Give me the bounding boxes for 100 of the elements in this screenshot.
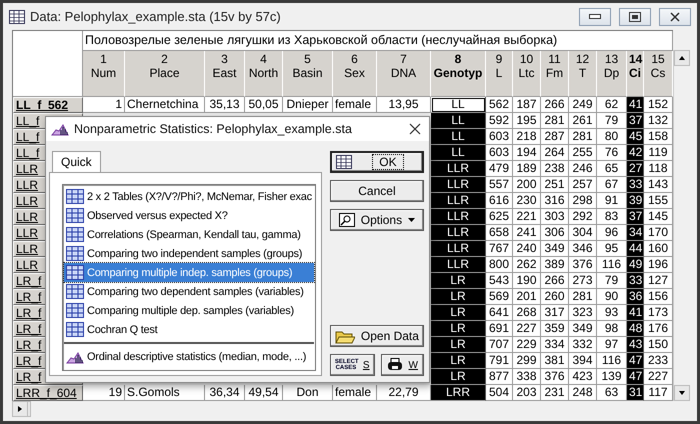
table-cell: 767 bbox=[486, 241, 513, 257]
table-cell: 47 bbox=[627, 353, 644, 369]
table-cell: 303 bbox=[541, 209, 569, 225]
table-cell: 170 bbox=[644, 225, 673, 241]
table-cell: 139 bbox=[597, 369, 627, 385]
table-cell: 155 bbox=[644, 193, 673, 209]
table-cell: 41 bbox=[627, 305, 644, 321]
table-cell: 176 bbox=[644, 321, 673, 337]
table-cell: 189 bbox=[513, 161, 541, 177]
table-cell: LLR bbox=[431, 161, 486, 177]
table-cell: 287 bbox=[541, 129, 569, 145]
table-cell: 264 bbox=[541, 145, 569, 161]
table-cell: 268 bbox=[513, 305, 541, 321]
table-cell: 79 bbox=[597, 273, 627, 289]
table-cell: 230 bbox=[513, 193, 541, 209]
table-cell: LL bbox=[431, 145, 486, 161]
table-cell: 227 bbox=[513, 321, 541, 337]
table-cell: 389 bbox=[541, 257, 569, 273]
table-cell: 152 bbox=[644, 97, 673, 113]
table-cell: 119 bbox=[644, 145, 673, 161]
table-cell: 93 bbox=[597, 305, 627, 321]
table-cell: 35,13 bbox=[205, 97, 245, 113]
table-cell: LR bbox=[431, 353, 486, 369]
table-cell: 281 bbox=[569, 289, 597, 305]
table-cell: 62 bbox=[597, 97, 627, 113]
table-cell: 569 bbox=[486, 289, 513, 305]
table-cell: LR bbox=[431, 273, 486, 289]
table-cell: 97 bbox=[597, 337, 627, 353]
table-cell: 543 bbox=[486, 273, 513, 289]
table-cell: 79 bbox=[597, 113, 627, 129]
table-cell: 22,79 bbox=[377, 385, 431, 401]
table-cell: LRR bbox=[431, 385, 486, 401]
table-cell: 95 bbox=[597, 241, 627, 257]
table-cell: 349 bbox=[569, 321, 597, 337]
table-cell: 281 bbox=[569, 129, 597, 145]
table-cell: 233 bbox=[644, 353, 673, 369]
table-cell: 173 bbox=[644, 305, 673, 321]
table-cell: 91 bbox=[597, 193, 627, 209]
table-cell: 187 bbox=[513, 97, 541, 113]
table-cell: Chernetchina bbox=[125, 97, 205, 113]
table-cell: 877 bbox=[486, 369, 513, 385]
table-cell: 241 bbox=[513, 225, 541, 241]
table-cell: 251 bbox=[541, 177, 569, 193]
table-cell: 227 bbox=[644, 369, 673, 385]
table-cell: 43 bbox=[627, 337, 644, 353]
table-cell: 691 bbox=[486, 321, 513, 337]
table-cell: 562 bbox=[486, 97, 513, 113]
table-cell: 83 bbox=[597, 209, 627, 225]
table-cell: LR bbox=[431, 337, 486, 353]
table-cell: 423 bbox=[569, 369, 597, 385]
table-cell: LLR bbox=[431, 177, 486, 193]
table-cell: 19 bbox=[83, 385, 125, 401]
table-cell: 266 bbox=[541, 97, 569, 113]
table-cell: LR bbox=[431, 305, 486, 321]
table-cell: 33 bbox=[627, 273, 644, 289]
table-cell: 47 bbox=[627, 369, 644, 385]
table-cell: 90 bbox=[597, 289, 627, 305]
table-cell: 306 bbox=[541, 225, 569, 241]
table-cell: LL bbox=[431, 97, 486, 113]
table-cell: 504 bbox=[486, 385, 513, 401]
table-cell: 160 bbox=[644, 241, 673, 257]
table-cell: 255 bbox=[569, 145, 597, 161]
table-cell: 246 bbox=[569, 161, 597, 177]
table-cell: 257 bbox=[569, 177, 597, 193]
table-cell: LR bbox=[431, 289, 486, 305]
table-cell: 194 bbox=[513, 145, 541, 161]
table-cell: 49,54 bbox=[245, 385, 283, 401]
table-cell: 39 bbox=[627, 193, 644, 209]
table-cell: LL bbox=[431, 113, 486, 129]
table-cell: 42 bbox=[627, 145, 644, 161]
table-cell: 76 bbox=[597, 145, 627, 161]
table-cell: 34 bbox=[627, 225, 644, 241]
table-cell: 261 bbox=[569, 113, 597, 129]
table-cell: 96 bbox=[597, 225, 627, 241]
table-cell: 150 bbox=[644, 337, 673, 353]
table-cell: 27 bbox=[627, 161, 644, 177]
table-cell: 200 bbox=[513, 177, 541, 193]
table-cell: 221 bbox=[513, 209, 541, 225]
table-cell: 346 bbox=[569, 241, 597, 257]
table-cell: 145 bbox=[644, 209, 673, 225]
table-cell: 616 bbox=[486, 193, 513, 209]
table-cell: 118 bbox=[644, 161, 673, 177]
table-cell: 381 bbox=[541, 353, 569, 369]
table-cell: 1 bbox=[83, 97, 125, 113]
table-cell: 317 bbox=[541, 305, 569, 321]
table-cell: 37 bbox=[627, 113, 644, 129]
table-cell: 266 bbox=[541, 273, 569, 289]
table-cell: 394 bbox=[569, 353, 597, 369]
table-cell: 127 bbox=[644, 273, 673, 289]
table-cell: 273 bbox=[569, 273, 597, 289]
table-cell: 80 bbox=[597, 129, 627, 145]
table-cell: 479 bbox=[486, 161, 513, 177]
table-cell: 298 bbox=[569, 193, 597, 209]
table-cell: 292 bbox=[569, 209, 597, 225]
table-cell: 44 bbox=[627, 241, 644, 257]
table-cell: 49 bbox=[627, 257, 644, 273]
table-cell: 349 bbox=[541, 241, 569, 257]
table-cell: 117 bbox=[644, 385, 673, 401]
table-cell: 359 bbox=[541, 321, 569, 337]
table-cell: 196 bbox=[644, 257, 673, 273]
